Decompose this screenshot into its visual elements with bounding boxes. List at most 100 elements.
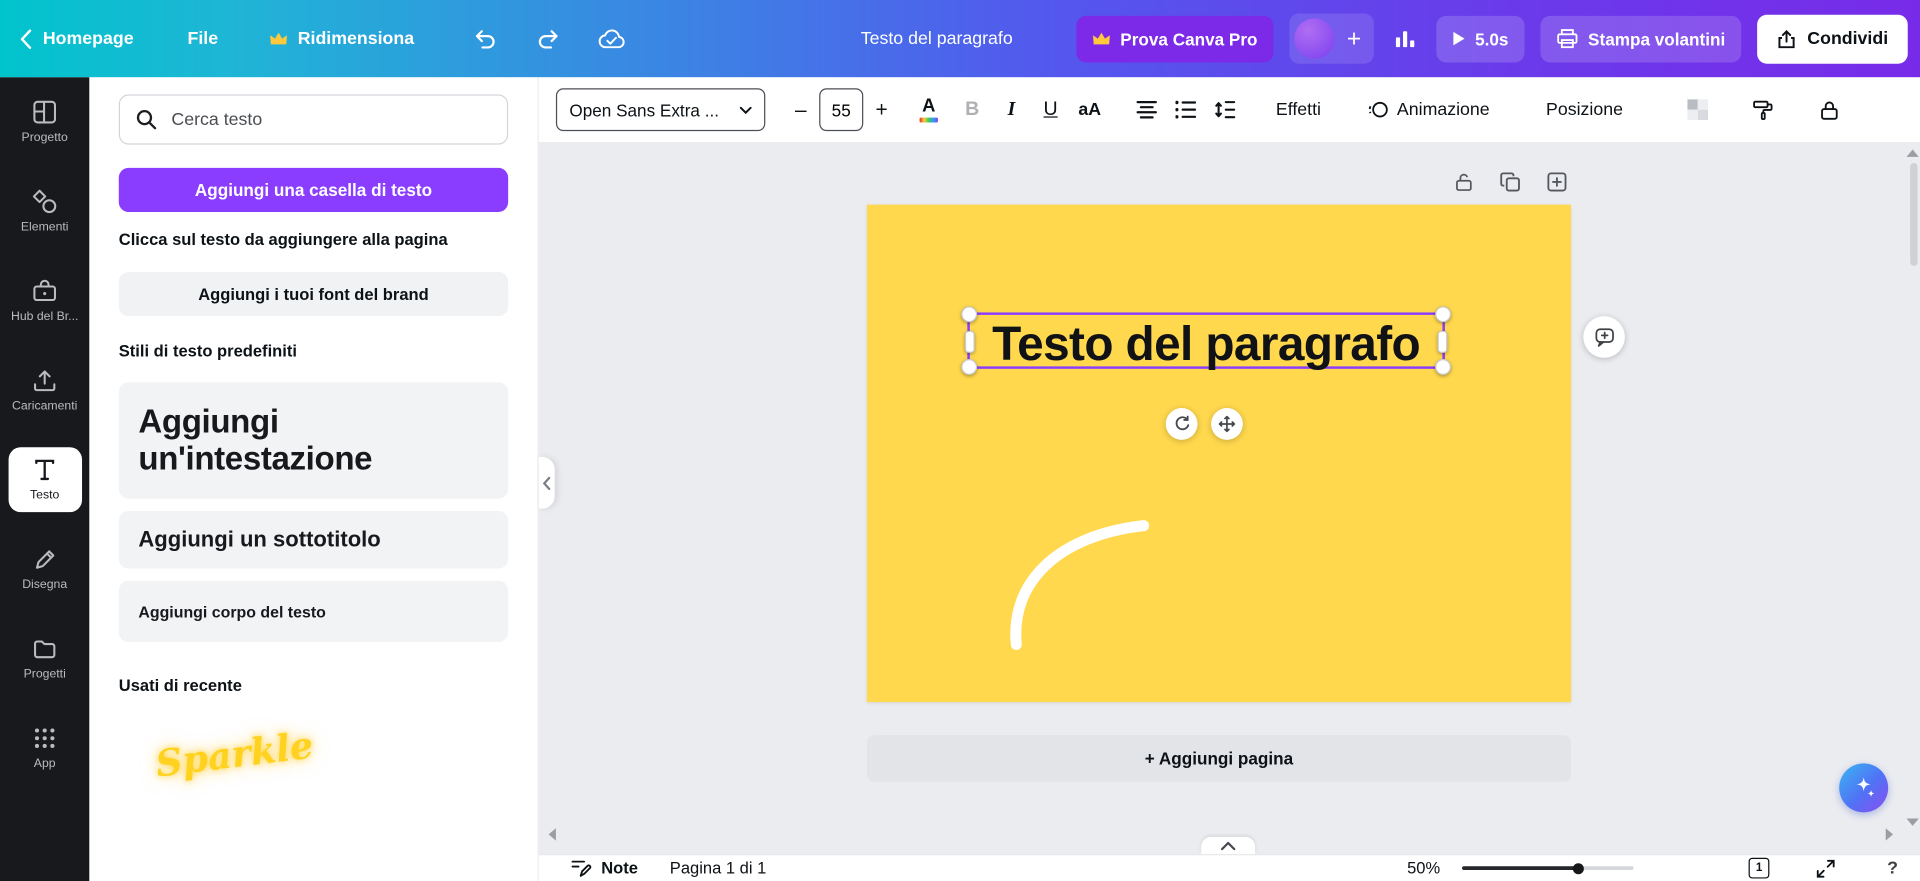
- scrollbar-left-arrow[interactable]: [549, 828, 556, 840]
- try-pro-button[interactable]: Prova Canva Pro: [1076, 15, 1273, 62]
- font-size-input[interactable]: [820, 99, 862, 121]
- rail-item-draw[interactable]: Disegna: [0, 524, 89, 613]
- design-page[interactable]: Testo del paragrafo: [867, 205, 1571, 702]
- rotate-handle[interactable]: [1166, 408, 1198, 440]
- document-title[interactable]: Testo del paragrafo: [861, 29, 1013, 49]
- zoom-slider-fill: [1462, 866, 1579, 870]
- bullet-list-icon[interactable]: [1166, 89, 1205, 131]
- back-chevron-icon[interactable]: [20, 29, 32, 49]
- move-handle[interactable]: [1211, 408, 1243, 440]
- font-size-increase-button[interactable]: +: [866, 89, 898, 129]
- share-icon: [1777, 29, 1797, 49]
- resize-menu[interactable]: Ridimensiona: [270, 29, 415, 49]
- account-group: +: [1289, 13, 1373, 63]
- rail-item-uploads[interactable]: Caricamenti: [0, 346, 89, 435]
- panel-hint-text: Clicca sul testo da aggiungere alla pagi…: [119, 230, 508, 248]
- selected-text[interactable]: Testo del paragrafo: [962, 315, 1449, 371]
- effects-button[interactable]: Effetti: [1276, 100, 1321, 120]
- page-count-button[interactable]: 1: [1749, 858, 1770, 879]
- selection-handle-e[interactable]: [1438, 331, 1448, 353]
- search-input[interactable]: [169, 108, 491, 130]
- animation-button[interactable]: Animazione: [1368, 99, 1490, 120]
- rail-item-design[interactable]: Progetto: [0, 77, 89, 166]
- zoom-slider[interactable]: [1462, 866, 1633, 870]
- crown-icon: [1092, 32, 1110, 45]
- lock-icon[interactable]: [1810, 89, 1849, 131]
- scrollbar-down-arrow[interactable]: [1907, 819, 1919, 826]
- transparency-icon[interactable]: [1678, 89, 1717, 131]
- fullscreen-icon[interactable]: [1816, 858, 1836, 878]
- canva-editor: Homepage File Ridimensiona Testo del par…: [0, 0, 1920, 881]
- rail-item-brand-hub[interactable]: Hub del Br...: [0, 256, 89, 345]
- undo-icon[interactable]: [473, 28, 499, 49]
- search-box[interactable]: [119, 94, 508, 144]
- text-align-icon[interactable]: [1127, 89, 1166, 131]
- font-family-select[interactable]: Open Sans Extra ...: [556, 88, 765, 131]
- italic-button[interactable]: I: [992, 89, 1031, 131]
- play-icon: [1452, 31, 1465, 47]
- print-flyers-button[interactable]: Stampa volantini: [1540, 15, 1741, 62]
- page-lock-icon[interactable]: [1452, 170, 1474, 192]
- printer-icon: [1556, 28, 1578, 49]
- copy-style-roller-icon[interactable]: [1744, 89, 1783, 131]
- add-subtitle-card[interactable]: Aggiungi un sottotitolo: [119, 511, 508, 569]
- avatar[interactable]: [1294, 18, 1334, 58]
- add-member-icon[interactable]: +: [1347, 26, 1361, 51]
- line-spacing-icon[interactable]: [1205, 89, 1244, 131]
- file-menu[interactable]: File: [188, 29, 219, 49]
- rail-item-elements[interactable]: Elementi: [0, 167, 89, 256]
- add-textbox-button[interactable]: Aggiungi una casella di testo: [119, 168, 508, 212]
- add-page-button[interactable]: + Aggiungi pagina: [867, 735, 1571, 782]
- cloud-saved-icon[interactable]: [598, 28, 626, 49]
- help-button[interactable]: ?: [1887, 858, 1898, 878]
- zoom-slider-knob[interactable]: [1573, 863, 1584, 874]
- duplicate-page-icon[interactable]: [1499, 170, 1521, 192]
- selection-handle-sw[interactable]: [961, 359, 977, 375]
- recent-style-sparkle[interactable]: Sparkle: [153, 724, 315, 786]
- ai-assistant-button[interactable]: [1839, 763, 1888, 812]
- topbar: Homepage File Ridimensiona Testo del par…: [0, 0, 1920, 77]
- panel-collapse-button[interactable]: [539, 457, 555, 508]
- underline-button[interactable]: U: [1031, 89, 1070, 131]
- selection-handle-w[interactable]: [965, 331, 975, 353]
- vertical-scrollbar-thumb[interactable]: [1910, 163, 1917, 266]
- comment-button[interactable]: [1583, 316, 1625, 358]
- scrollbar-up-arrow[interactable]: [1907, 149, 1919, 156]
- notes-button[interactable]: Note: [571, 858, 638, 879]
- scroll-up-button[interactable]: [1201, 837, 1255, 854]
- uploads-icon: [32, 368, 58, 394]
- editor-main: Open Sans Extra ... – + A B I U aA: [539, 77, 1920, 881]
- brand-fonts-button[interactable]: Aggiungi i tuoi font del brand: [119, 272, 508, 316]
- redo-icon[interactable]: [535, 28, 561, 49]
- present-duration-button[interactable]: 5.0s: [1436, 15, 1524, 62]
- selection-handle-nw[interactable]: [961, 306, 977, 322]
- text-selection-box[interactable]: Testo del paragrafo: [967, 312, 1445, 368]
- curve-element[interactable]: [999, 511, 1152, 656]
- selection-handle-se[interactable]: [1435, 359, 1451, 375]
- side-rail: Progetto Elementi Hub del Br...: [0, 77, 89, 881]
- chevron-down-icon: [740, 106, 752, 113]
- statusbar-right-group: 50% 1 ?: [1391, 858, 1898, 879]
- selection-handle-ne[interactable]: [1435, 306, 1451, 322]
- bold-button[interactable]: B: [953, 89, 992, 131]
- rail-item-projects[interactable]: Progetti: [0, 614, 89, 703]
- text-panel: Aggiungi una casella di testo Clicca sul…: [89, 77, 538, 881]
- rainbow-bar: [920, 118, 938, 122]
- font-size-decrease-button[interactable]: –: [785, 89, 817, 129]
- position-button[interactable]: Posizione: [1546, 100, 1623, 120]
- add-page-icon[interactable]: [1545, 170, 1567, 192]
- text-color-button[interactable]: A: [920, 97, 938, 122]
- scrollbar-right-arrow[interactable]: [1886, 828, 1893, 840]
- elements-icon: [32, 189, 58, 215]
- add-heading-card[interactable]: Aggiungi un'intestazione: [119, 382, 508, 498]
- crown-icon: [270, 32, 288, 45]
- letter-case-button[interactable]: aA: [1070, 89, 1109, 131]
- add-body-text-card[interactable]: Aggiungi corpo del testo: [119, 581, 508, 642]
- homepage-link[interactable]: Homepage: [43, 29, 134, 49]
- rail-item-apps[interactable]: App: [0, 703, 89, 792]
- rail-item-text[interactable]: Testo: [0, 435, 89, 524]
- insights-icon[interactable]: [1394, 29, 1415, 49]
- canvas-area[interactable]: Testo del paragrafo + Aggiungi pagina: [539, 143, 1920, 854]
- design-icon: [32, 99, 58, 125]
- share-button[interactable]: Condividi: [1757, 14, 1908, 63]
